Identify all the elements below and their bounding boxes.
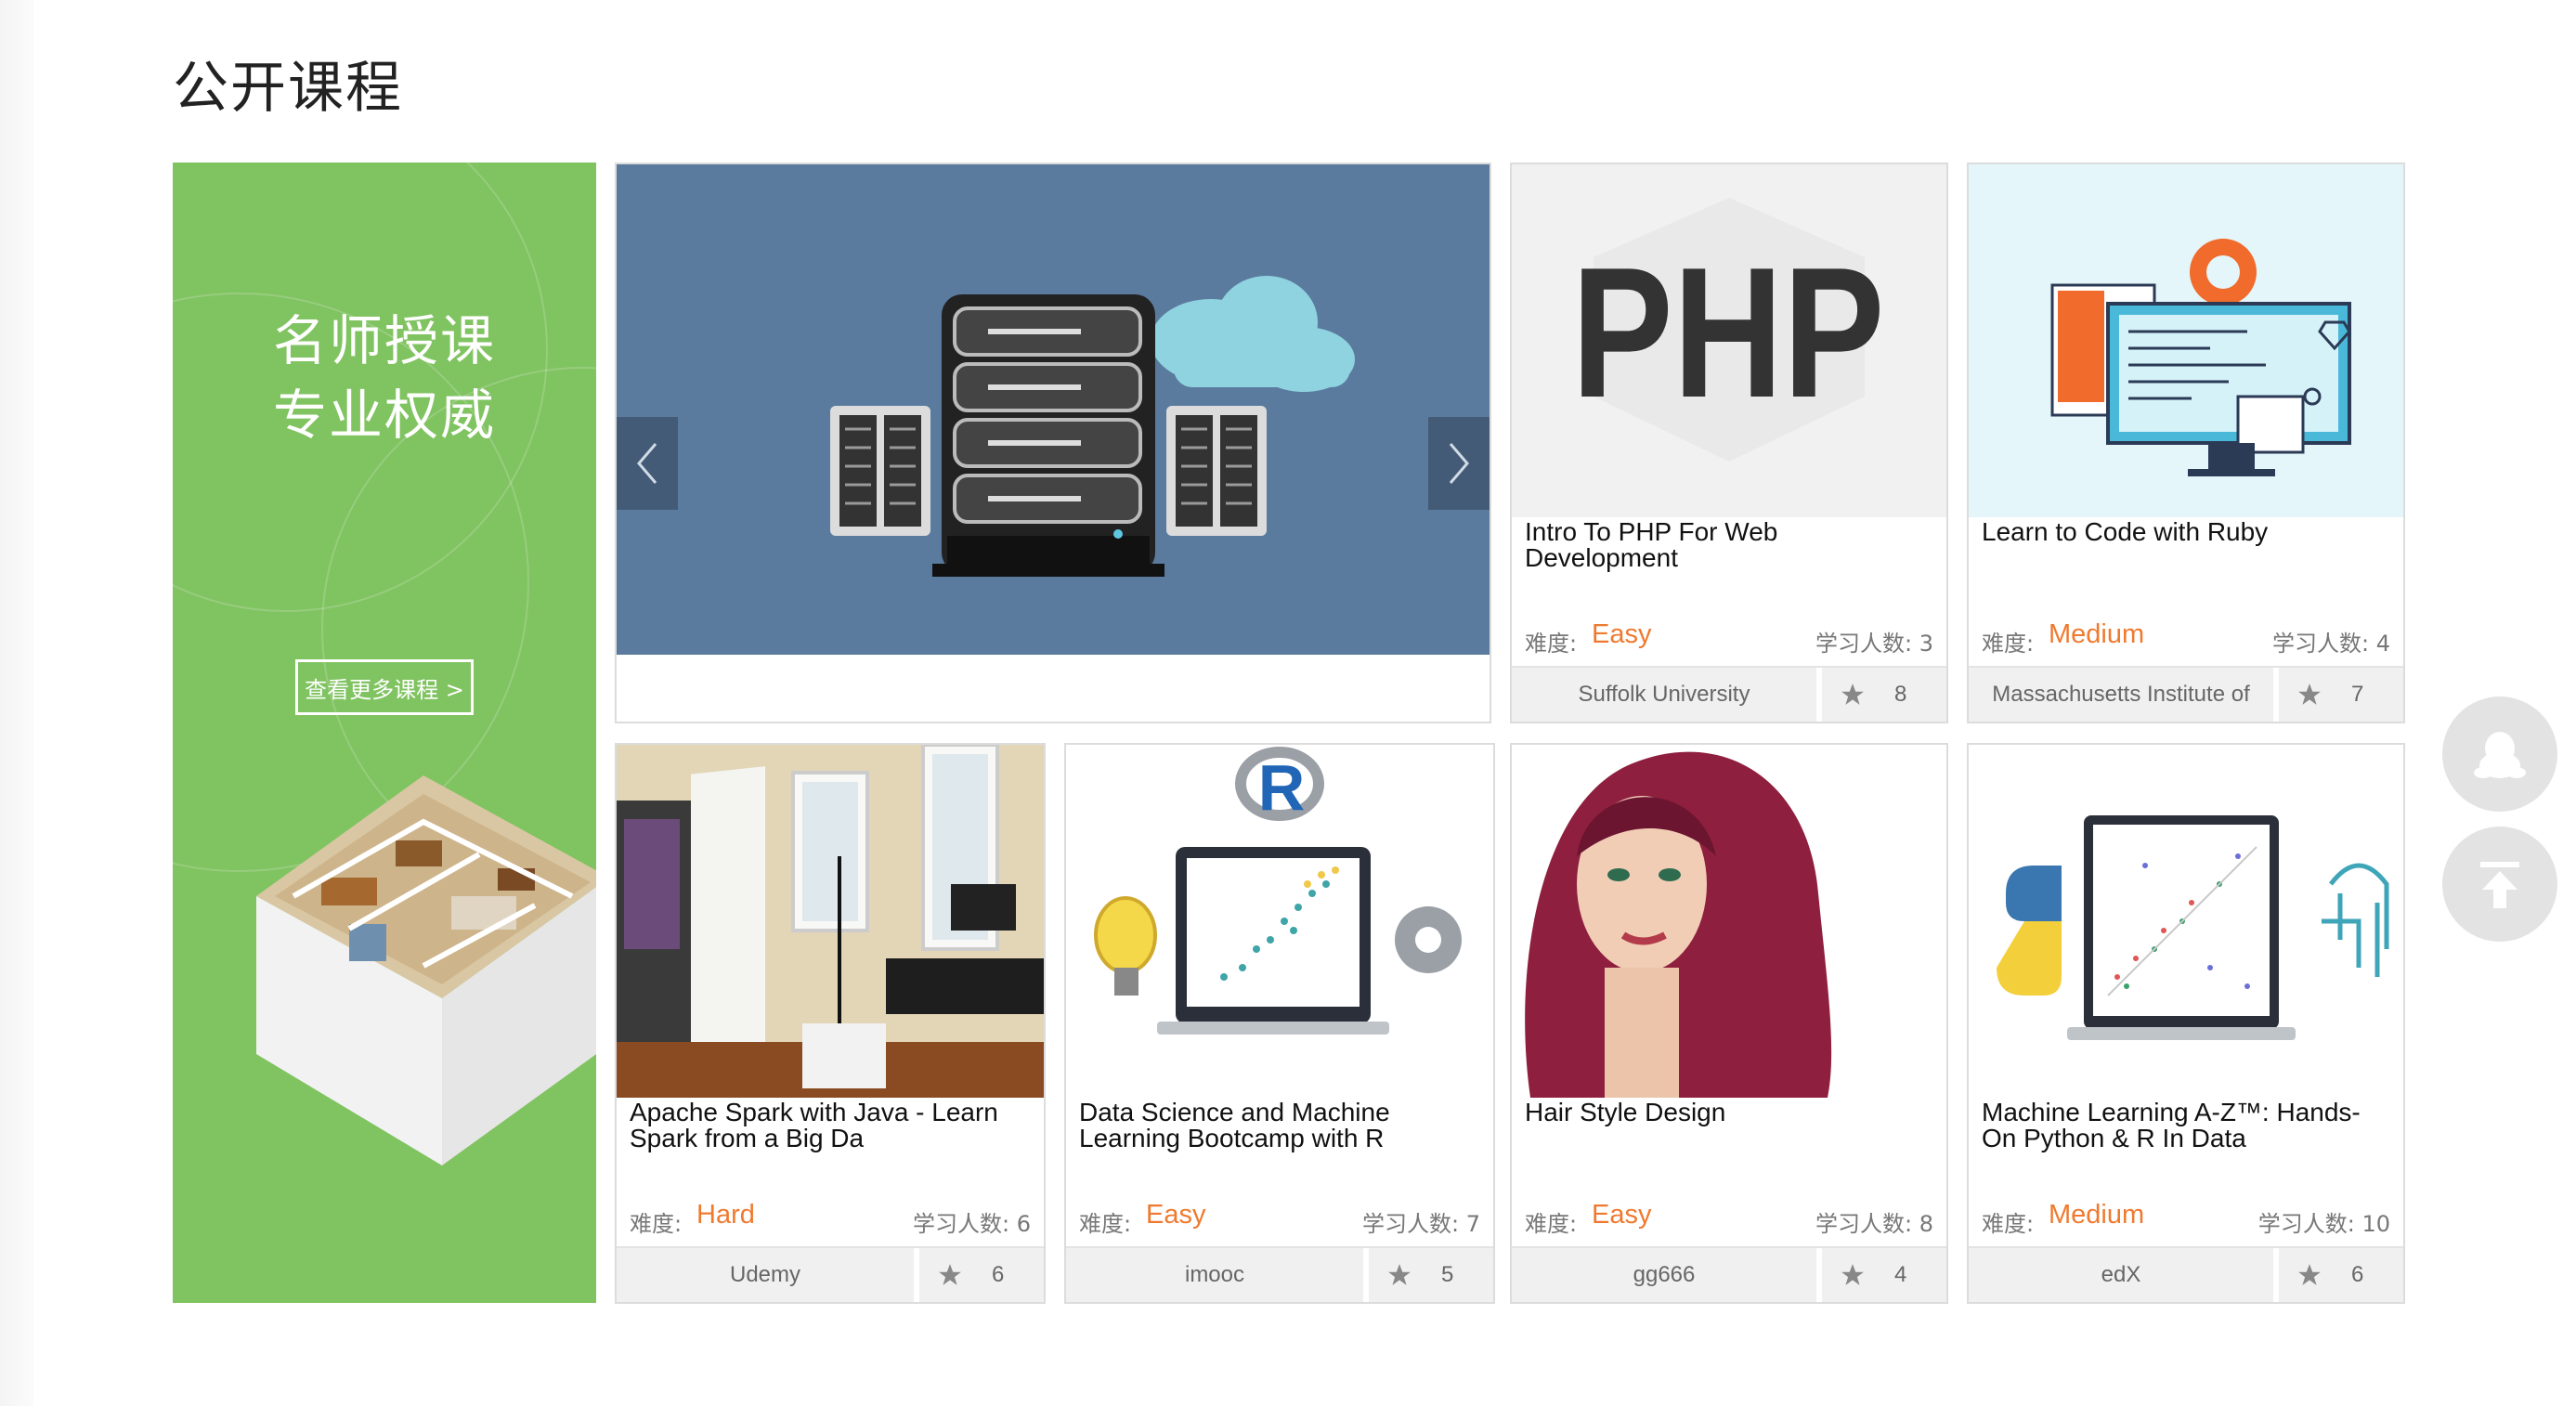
course-thumbnail (1969, 745, 2403, 1098)
rating-value: 8 (1894, 682, 1907, 707)
course-card[interactable]: Machine Learning A-Z™: Hands-On Python &… (1967, 743, 2405, 1304)
star-icon (1841, 683, 1864, 705)
page-left-gutter (0, 0, 33, 1406)
python-ml-illustration (1997, 815, 2389, 1040)
course-rating: 5 (1369, 1248, 1493, 1302)
floor-plan-illustration (256, 775, 596, 1165)
institution-name: Massachusetts Institute of (1992, 682, 2250, 707)
difficulty-value: Easy (1592, 619, 1652, 649)
difficulty-label: 难度: (1982, 631, 2035, 657)
promo-panel: 名师授课 专业权威 查看更多课程 > (173, 163, 596, 1303)
difficulty-label: 难度: (1525, 631, 1578, 657)
difficulty-value: Medium (2049, 619, 2145, 649)
learners-value: 8 (1919, 1211, 1933, 1237)
hair-model-photo (1512, 745, 1837, 1098)
learners-count: 学习人数: 4 (2272, 625, 2390, 657)
course-thumbnail: PHP (1512, 164, 1946, 517)
back-to-top-button[interactable] (2442, 827, 2557, 942)
learners-value: 3 (1919, 631, 1933, 657)
course-thumbnail (1512, 745, 1946, 1098)
slider-next-button[interactable] (1428, 417, 1490, 510)
difficulty-label: 难度: (1982, 1211, 2035, 1237)
learners-count: 学习人数: 8 (1815, 1205, 1933, 1238)
learners-label: 学习人数: (2257, 1211, 2355, 1237)
course-card[interactable]: Apache Spark with Java - Learn Spark fro… (615, 743, 1046, 1304)
institution-name: edX (2101, 1262, 2141, 1287)
learners-label: 学习人数: (912, 1211, 1010, 1237)
course-thumbnail (1969, 164, 2403, 517)
view-more-courses-button[interactable]: 查看更多课程 > (295, 659, 474, 715)
rating-value: 7 (2351, 682, 2364, 707)
institution-name: Suffolk University (1578, 682, 1750, 707)
star-icon (2298, 683, 2321, 705)
course-rating: 8 (1822, 668, 1946, 722)
course-title[interactable]: Machine Learning A-Z™: Hands-On Python &… (1982, 1100, 2390, 1152)
rating-value: 6 (992, 1262, 1005, 1287)
course-rating: 4 (1822, 1248, 1946, 1302)
php-logo-illustration: PHP (1571, 198, 1884, 462)
learners-value: 6 (1016, 1211, 1031, 1237)
rating-value: 4 (1894, 1262, 1907, 1287)
qq-penguin-icon (2474, 732, 2526, 778)
section-title: 公开课程 (173, 56, 403, 121)
star-icon (1388, 1264, 1411, 1285)
featured-slider[interactable] (615, 163, 1491, 723)
learners-label: 学习人数: (2271, 631, 2370, 657)
course-thumbnail (617, 745, 1044, 1098)
difficulty-value: Easy (1146, 1200, 1206, 1230)
learners-label: 学习人数: (1361, 1211, 1460, 1237)
course-thumbnail: R (1066, 745, 1493, 1098)
course-card[interactable]: Hair Style Design 难度: Easy 学习人数: 8 gg666… (1510, 743, 1948, 1304)
learners-label: 学习人数: (1815, 1211, 1913, 1237)
learners-value: 4 (2375, 631, 2390, 657)
learners-count: 学习人数: 6 (913, 1205, 1031, 1238)
course-rating: 6 (2279, 1248, 2403, 1302)
r-logo-text: R (1258, 751, 1306, 824)
star-icon (2298, 1264, 2321, 1285)
course-title[interactable]: Learn to Code with Ruby (1982, 519, 2390, 545)
course-card[interactable]: PHP Intro To PHP For Web Development 难度:… (1510, 163, 1948, 723)
learners-count: 学习人数: 10 (2258, 1205, 2390, 1238)
learners-value: 7 (1465, 1211, 1480, 1237)
slider-prev-button[interactable] (617, 417, 678, 510)
course-title[interactable]: Hair Style Design (1525, 1100, 1933, 1126)
course-card[interactable]: R Data Science and Machine Learning Boot… (1064, 743, 1495, 1304)
server-cloud-illustration (830, 276, 1355, 577)
learners-count: 学习人数: 3 (1815, 625, 1933, 657)
course-title[interactable]: Data Science and Machine Learning Bootca… (1079, 1100, 1480, 1152)
difficulty-value: Hard (696, 1200, 755, 1230)
star-icon (939, 1264, 961, 1285)
learners-label: 学习人数: (1815, 631, 1913, 657)
php-logo-text: PHP (1571, 228, 1884, 436)
qq-contact-button[interactable] (2442, 696, 2557, 812)
difficulty-label: 难度: (1525, 1211, 1578, 1237)
difficulty-value: Medium (2049, 1200, 2145, 1230)
back-to-top-icon (2480, 862, 2519, 908)
rating-value: 5 (1441, 1262, 1454, 1287)
difficulty-label: 难度: (1079, 1211, 1132, 1237)
r-data-science-illustration: R (1094, 747, 1462, 1035)
course-card[interactable]: Learn to Code with Ruby 难度: Medium 学习人数:… (1967, 163, 2405, 723)
course-rating: 7 (2279, 668, 2403, 722)
difficulty-value: Easy (1592, 1200, 1652, 1230)
course-title[interactable]: Apache Spark with Java - Learn Spark fro… (630, 1100, 1031, 1152)
institution-name: imooc (1184, 1262, 1245, 1287)
promo-heading-line-1: 名师授课 (272, 309, 496, 372)
room-photo (617, 745, 1044, 1098)
chevron-left-icon (637, 443, 657, 484)
learners-value: 10 (2361, 1211, 2390, 1237)
course-title[interactable]: Intro To PHP For Web Development (1525, 519, 1933, 571)
difficulty-label: 难度: (630, 1211, 683, 1237)
slider-banner-image (617, 164, 1490, 655)
coding-monitor-illustration (2050, 239, 2351, 476)
institution-name: Udemy (729, 1262, 801, 1287)
promo-heading-line-2: 专业权威 (272, 384, 496, 447)
star-icon (1841, 1264, 1864, 1285)
course-rating: 6 (919, 1248, 1044, 1302)
chevron-right-icon (1449, 443, 1469, 484)
rating-value: 6 (2351, 1262, 2364, 1287)
learners-count: 学习人数: 7 (1362, 1205, 1480, 1238)
institution-name: gg666 (1633, 1262, 1696, 1287)
